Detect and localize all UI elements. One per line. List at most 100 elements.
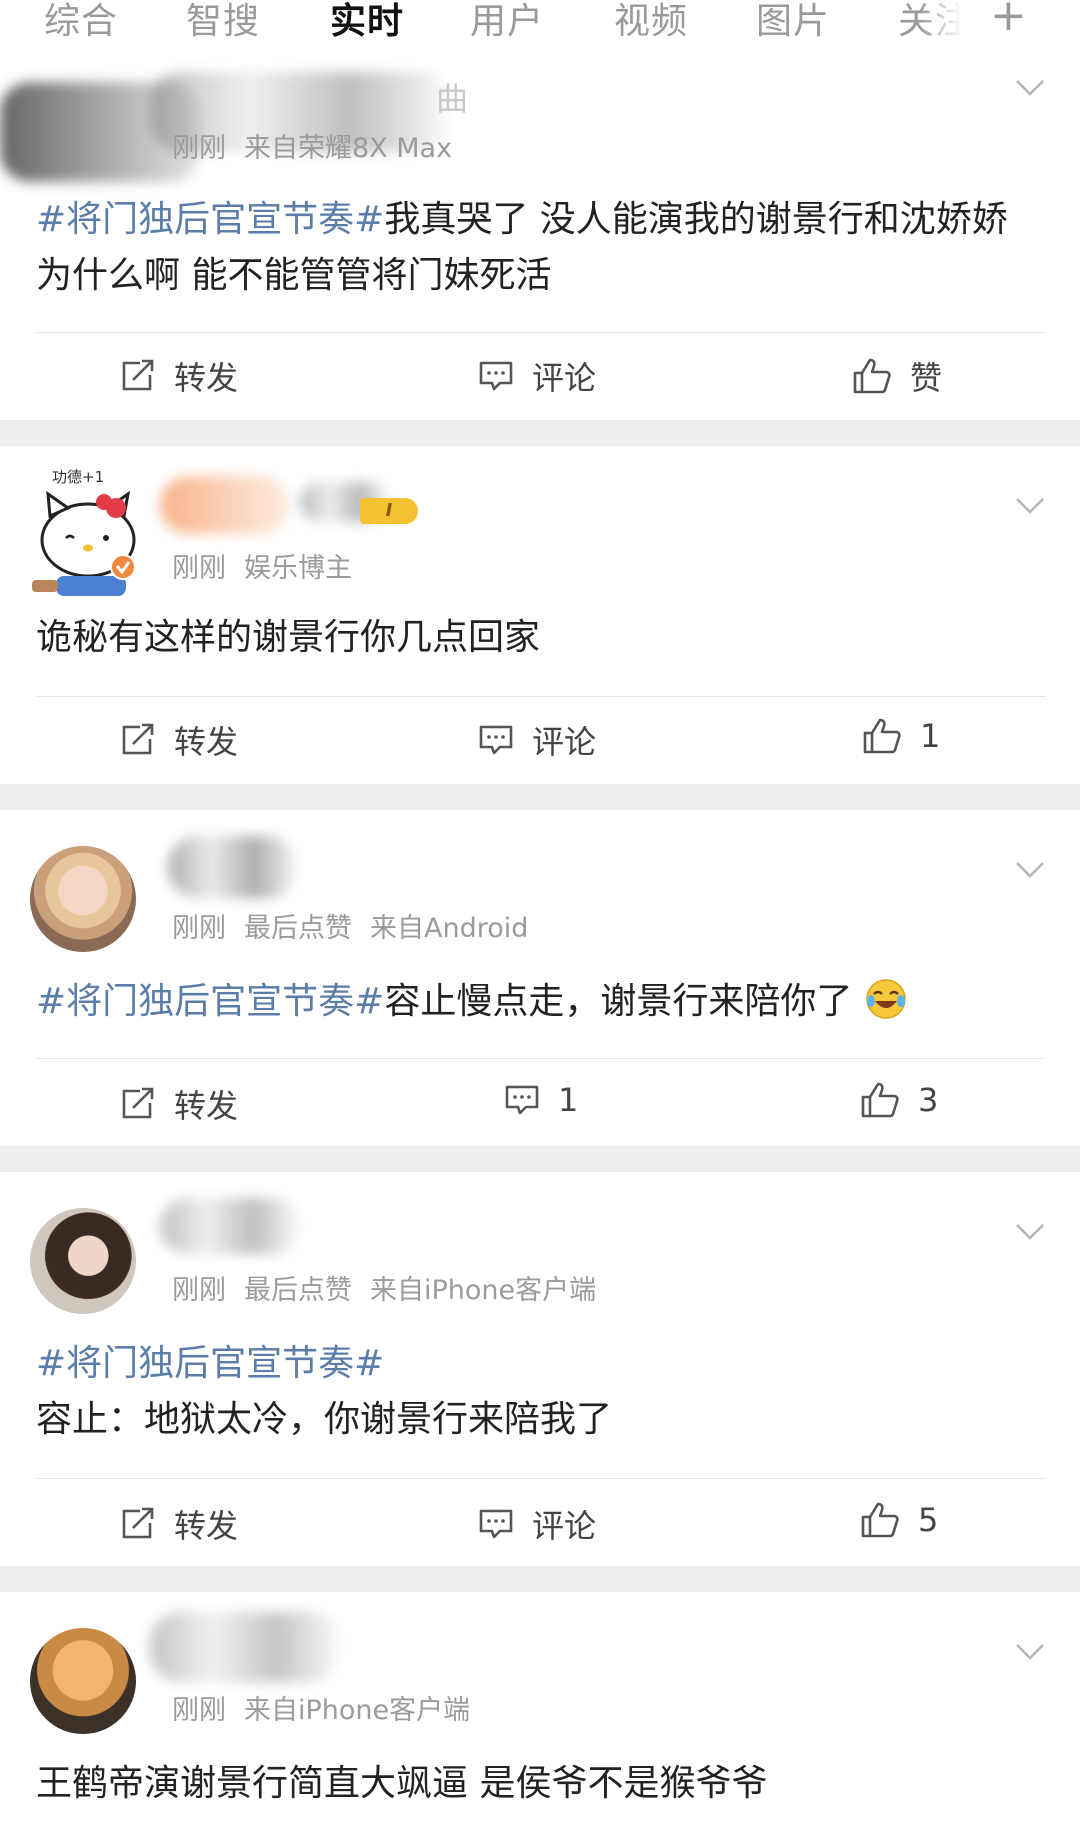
hashtag-link[interactable]: #将门独后官宣节奏# [36, 1336, 1046, 1392]
chevron-down-icon[interactable] [1015, 496, 1045, 516]
post-body: 诡秘有这样的谢景行你几点回家 [36, 617, 541, 658]
hashtag-link[interactable]: #将门独后官宣节奏# [36, 199, 384, 240]
post-card: 曲 刚刚 来自荣耀8X Max #将门独后官宣节奏#我真哭了 没人能演我的谢景行和… [0, 52, 1080, 420]
post-card: 刚刚 最后点赞 来自Android #将门独后官宣节奏#容止慢点走，谢景行来陪你了 … [0, 810, 1080, 1146]
post-card: 刚刚 最后点赞 来自iPhone客户端 #将门独后官宣节奏# 容止：地狱太冷，你谢景… [0, 1172, 1080, 1566]
comment-button[interactable]: 评论 [478, 1501, 596, 1547]
post-source: 来自Android [370, 913, 529, 944]
username-blurred [168, 836, 298, 898]
post-time: 刚刚 [172, 133, 226, 164]
post-text: #将门独后官宣节奏#容止慢点走，谢景行来陪你了 [36, 974, 1046, 1030]
plus-icon[interactable]: + [990, 0, 1027, 41]
level-badge: I [360, 498, 418, 524]
chevron-down-icon[interactable] [1015, 1642, 1045, 1662]
divider [36, 696, 1046, 697]
post-source: 来自iPhone客户端 [370, 1275, 597, 1306]
post-meta: 刚刚 来自荣耀8X Max [172, 126, 470, 165]
comment-icon [479, 1509, 513, 1539]
last-liked: 最后点赞 [244, 913, 352, 944]
post-body: 容止慢点走，谢景行来陪你了 [384, 981, 853, 1022]
chevron-down-icon[interactable] [1015, 860, 1045, 880]
post-body: 容止：地狱太冷，你谢景行来陪我了 [36, 1399, 613, 1440]
post-body: 王鹤帝演谢景行简直大飒逼 是侯爷不是猴爷爷 [36, 1763, 768, 1804]
comment-button[interactable]: 1 [504, 1081, 578, 1119]
repost-icon [122, 723, 154, 755]
post-source: 来自iPhone客户端 [244, 1695, 471, 1726]
comment-count: 1 [558, 1081, 579, 1119]
avatar[interactable] [30, 846, 136, 952]
comment-label: 评论 [532, 1507, 597, 1545]
comment-label: 评论 [532, 359, 597, 397]
repost-button[interactable]: 转发 [120, 717, 238, 763]
username-fragment: 曲 [436, 80, 469, 118]
post-time: 刚刚 [172, 553, 226, 584]
verified-badge-icon [110, 554, 136, 580]
post-time: 刚刚 [172, 1695, 226, 1726]
post-source: 来自荣耀8X Max [244, 133, 453, 164]
comment-icon [479, 725, 513, 755]
laughing-crying-emoji-icon [866, 979, 906, 1019]
repost-icon [122, 359, 154, 391]
like-button[interactable]: 赞 [852, 353, 942, 399]
avatar[interactable] [30, 1628, 136, 1734]
post-text: #将门独后官宣节奏#我真哭了 没人能演我的谢景行和沈娇娇 为什么啊 能不能管管将… [36, 192, 1046, 304]
post-meta: 刚刚 娱乐博主 [172, 546, 370, 585]
tab-comprehensive[interactable]: 综合 [44, 0, 118, 44]
post-card: 刚刚 来自iPhone客户端 王鹤帝演谢景行简直大飒逼 是侯爷不是猴爷爷 [0, 1592, 1080, 1824]
like-button[interactable]: 5 [860, 1501, 938, 1539]
repost-icon [122, 1087, 154, 1119]
comment-icon [479, 361, 513, 391]
post-time: 刚刚 [172, 913, 226, 944]
comment-button[interactable]: 评论 [478, 353, 596, 399]
like-count: 5 [918, 1501, 939, 1539]
avatar[interactable]: 功德+1 [30, 468, 136, 596]
tab-videos[interactable]: 视频 [614, 0, 688, 44]
username-blurred [150, 1612, 340, 1682]
like-label: 赞 [910, 359, 943, 397]
repost-label: 转发 [174, 359, 239, 397]
username-blurred [160, 476, 290, 534]
divider [36, 332, 1046, 333]
repost-label: 转发 [174, 723, 239, 761]
like-count: 3 [918, 1081, 939, 1119]
like-count: 1 [920, 717, 941, 755]
repost-button[interactable]: 转发 [120, 1081, 238, 1127]
hashtag-link[interactable]: #将门独后官宣节奏# [36, 981, 384, 1022]
tab-users[interactable]: 用户 [470, 0, 544, 44]
thumbs-up-icon [863, 718, 901, 754]
thumbs-up-icon [861, 1502, 899, 1538]
like-button[interactable]: 3 [860, 1081, 938, 1119]
chevron-down-icon[interactable] [1015, 78, 1045, 98]
search-tab-bar: 综合 智搜 实时 用户 视频 图片 关注 + [0, 0, 1080, 52]
post-meta: 刚刚 最后点赞 来自iPhone客户端 [172, 1268, 614, 1307]
post-text: 王鹤帝演谢景行简直大飒逼 是侯爷不是猴爷爷 [36, 1756, 1046, 1812]
last-liked: 最后点赞 [244, 1275, 352, 1306]
avatar-caption: 功德+1 [52, 468, 105, 486]
repost-button[interactable]: 转发 [120, 353, 238, 399]
repost-label: 转发 [174, 1507, 239, 1545]
divider [36, 1058, 1046, 1059]
tab-overflow-fade [920, 0, 980, 52]
divider [36, 1478, 1046, 1479]
thumbs-up-icon [853, 358, 891, 394]
comment-label: 评论 [532, 723, 597, 761]
post-meta: 刚刚 最后点赞 来自Android [172, 906, 546, 945]
tab-realtime[interactable]: 实时 [330, 0, 404, 44]
username-blurred [160, 1198, 300, 1254]
chevron-down-icon[interactable] [1015, 1222, 1045, 1242]
repost-icon [122, 1507, 154, 1539]
like-button[interactable]: 1 [862, 717, 940, 755]
thumbs-up-icon [861, 1082, 899, 1118]
post-card: 功德+1 I 刚刚 娱乐博主 诡秘有这样的谢景行你几点回家 转发 评论 1 [0, 446, 1080, 784]
post-time: 刚刚 [172, 1275, 226, 1306]
repost-button[interactable]: 转发 [120, 1501, 238, 1547]
tab-images[interactable]: 图片 [756, 0, 830, 44]
tab-smart-search[interactable]: 智搜 [186, 0, 260, 44]
user-role: 娱乐博主 [244, 553, 352, 584]
post-text: #将门独后官宣节奏# 容止：地狱太冷，你谢景行来陪我了 [36, 1336, 1046, 1448]
post-text: 诡秘有这样的谢景行你几点回家 [36, 610, 1046, 666]
comment-button[interactable]: 评论 [478, 717, 596, 763]
avatar[interactable] [30, 1208, 136, 1314]
post-meta: 刚刚 来自iPhone客户端 [172, 1688, 488, 1727]
repost-label: 转发 [174, 1087, 239, 1125]
